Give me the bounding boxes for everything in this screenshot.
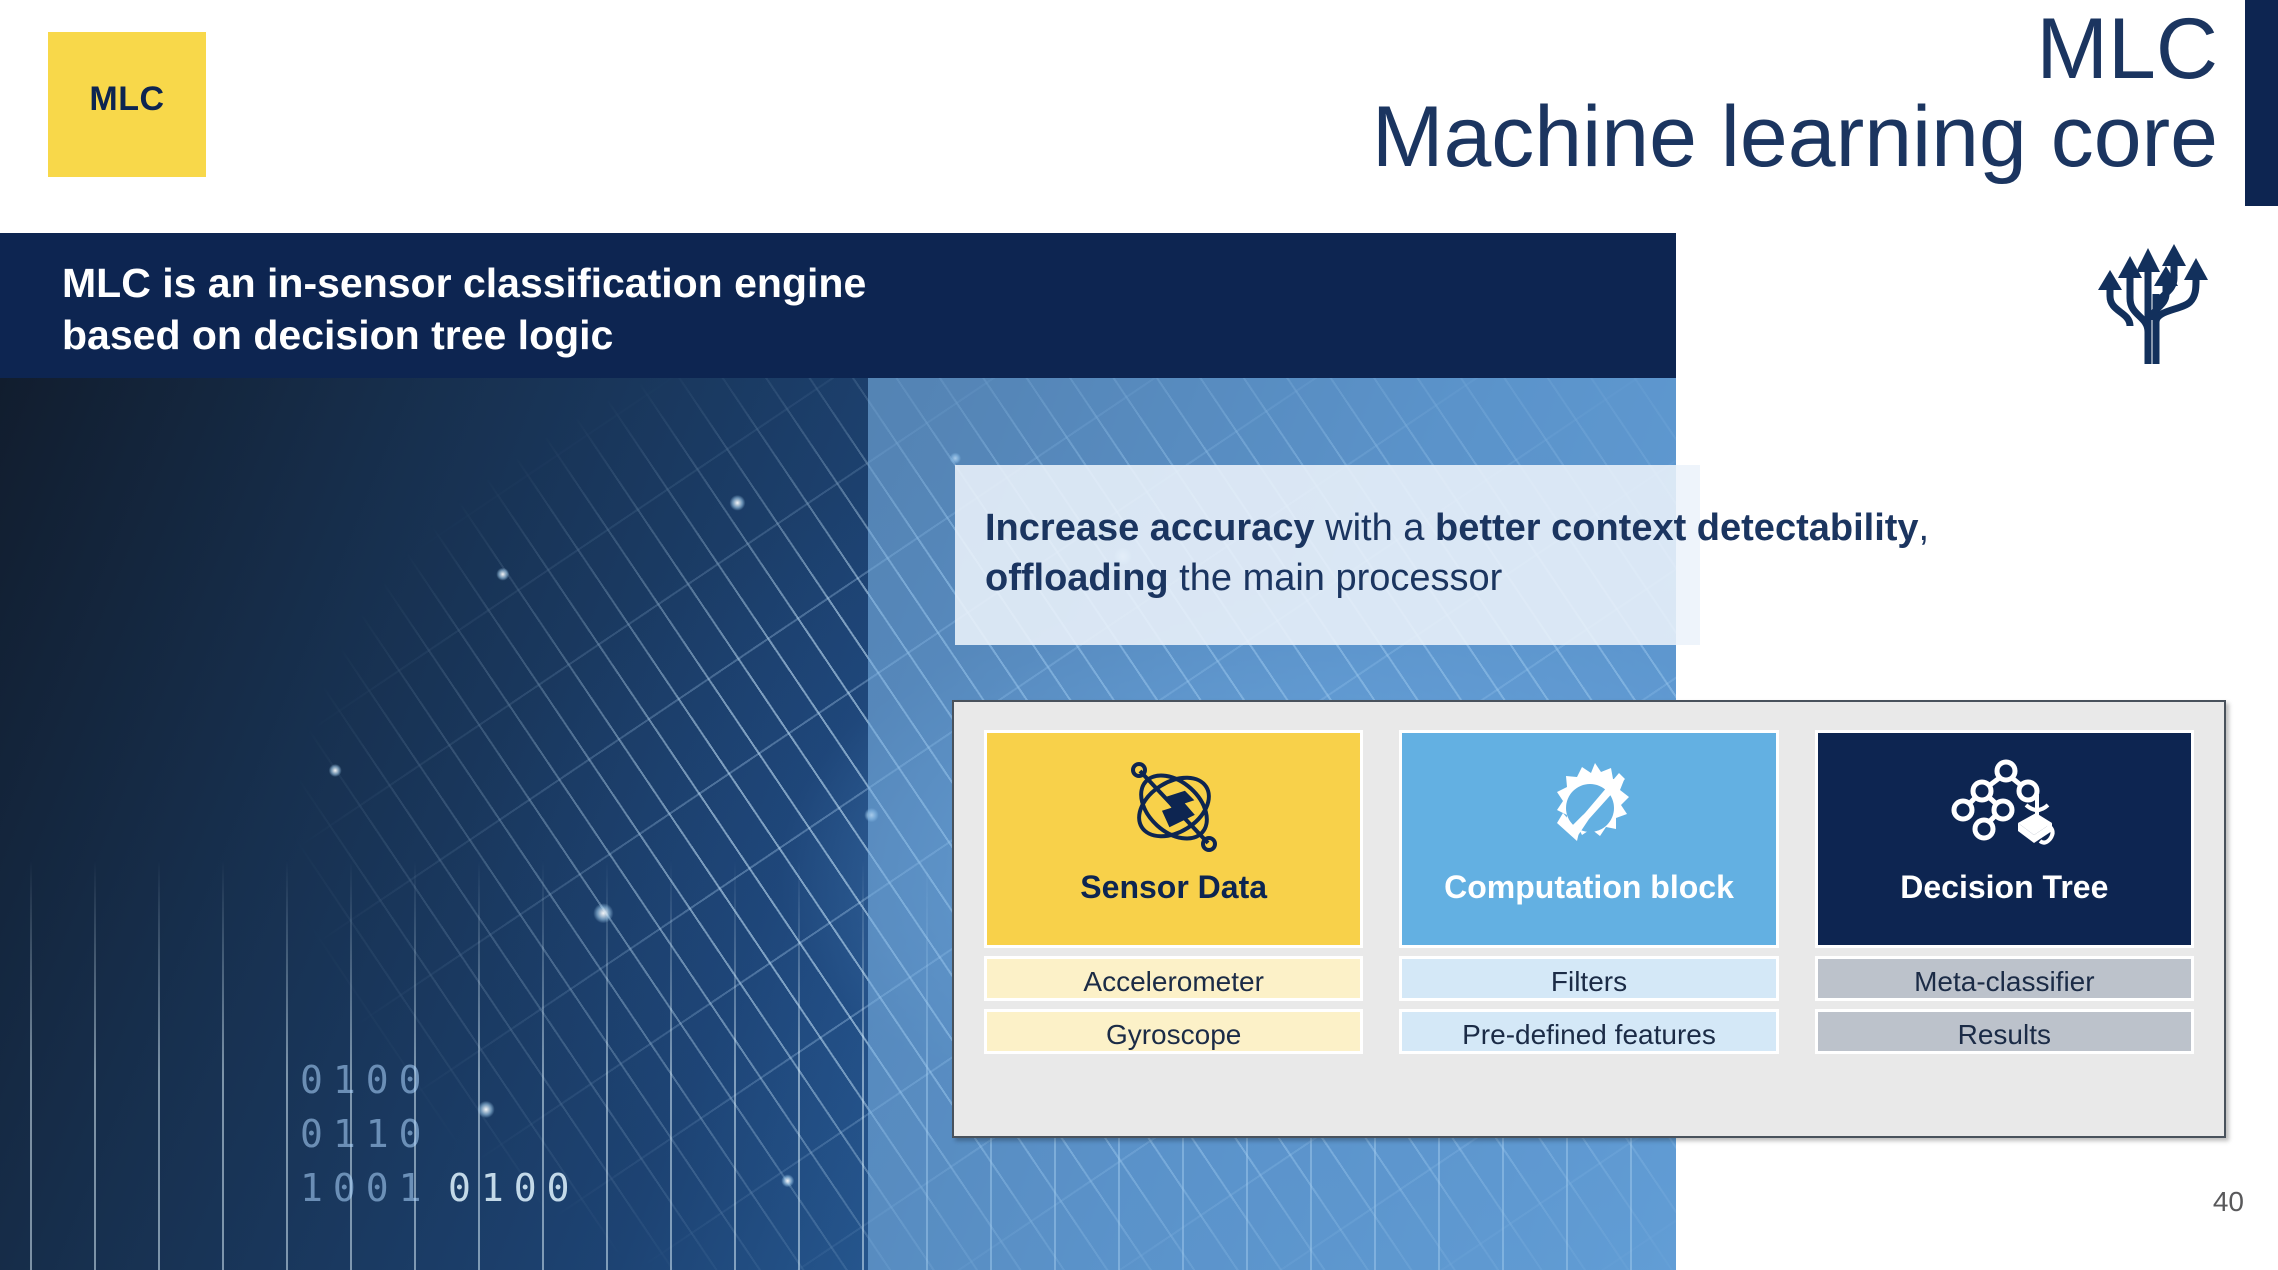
card-sensor-data-item-0[interactable]: Accelerometer (984, 956, 1364, 1001)
mlc-logo-chip-label: MLC (89, 80, 165, 118)
binary-row-2: 0110 (300, 1112, 432, 1156)
card-sensor-data-item-1[interactable]: Gyroscope (984, 1009, 1364, 1054)
callout-bold-2: better context detectability (1434, 507, 1919, 549)
statement-banner-line1: MLC is an in-sensor classification engin… (62, 260, 867, 306)
card-computation-block[interactable]: Computation block Filters Pre-defined fe… (1399, 730, 1779, 1108)
callout-plain-2: , (1918, 507, 1930, 549)
title-accent-bar (2245, 0, 2278, 206)
card-sensor-data-title: Sensor Data (1080, 869, 1268, 905)
card-decision-tree-item-1[interactable]: Results (1814, 1009, 2194, 1054)
binary-row-1: 0100 (300, 1058, 432, 1102)
gyroscope-orbit-icon (1118, 751, 1230, 863)
card-sensor-data[interactable]: Sensor Data Accelerometer Gyroscope (984, 730, 1364, 1108)
card-decision-tree-item-0[interactable]: Meta-classifier (1814, 956, 2194, 1001)
card-decision-tree-title: Decision Tree (1900, 869, 2109, 905)
slide: MLC MLC Machine learning core MLC is an … (0, 0, 2278, 1270)
card-computation-block-item-1[interactable]: Pre-defined features (1399, 1009, 1779, 1054)
card-decision-tree[interactable]: Decision Tree Meta-classifier Results (1814, 730, 2194, 1108)
page-title: MLC Machine learning core (1371, 1, 2218, 185)
statement-banner-text: MLC is an in-sensor classification engin… (62, 257, 1646, 362)
callout-plain-3: the main processor (1168, 557, 1503, 600)
card-computation-block-header: Computation block (1399, 730, 1779, 948)
callout-line2: offloading the main processor (985, 553, 2185, 603)
card-decision-tree-header: Decision Tree (1814, 730, 2194, 948)
mlc-logo-chip: MLC (48, 32, 206, 177)
statement-banner: MLC is an in-sensor classification engin… (0, 233, 1676, 379)
decision-tree-icon (1948, 751, 2060, 863)
page-title-line1: MLC (2036, 1, 2218, 97)
card-computation-block-item-0[interactable]: Filters (1399, 956, 1779, 1001)
page-number: 40 (2212, 1186, 2244, 1217)
gear-check-icon (1533, 751, 1645, 863)
binary-row-3: 1001 (300, 1166, 432, 1210)
card-computation-block-title: Computation block (1444, 869, 1734, 905)
binary-row-4: 0100 (448, 1166, 580, 1210)
pipeline-cards: Sensor Data Accelerometer Gyroscope Comp… (984, 730, 2194, 1108)
callout-text: Increase accuracy with a better context … (985, 503, 2185, 603)
statement-banner-line2: based on decision tree logic (62, 312, 614, 359)
callout-line1: Increase accuracy with a better context … (985, 503, 2185, 553)
callout-plain-1: with a (1314, 507, 1435, 549)
callout-bold-1: Increase accuracy (985, 507, 1315, 549)
branching-arrows-icon (2086, 236, 2216, 366)
callout-bold-3: offloading (985, 557, 1169, 600)
card-sensor-data-header: Sensor Data (984, 730, 1364, 948)
page-title-line2: Machine learning core (1371, 88, 2218, 185)
pipeline-panel: Sensor Data Accelerometer Gyroscope Comp… (952, 700, 2226, 1138)
